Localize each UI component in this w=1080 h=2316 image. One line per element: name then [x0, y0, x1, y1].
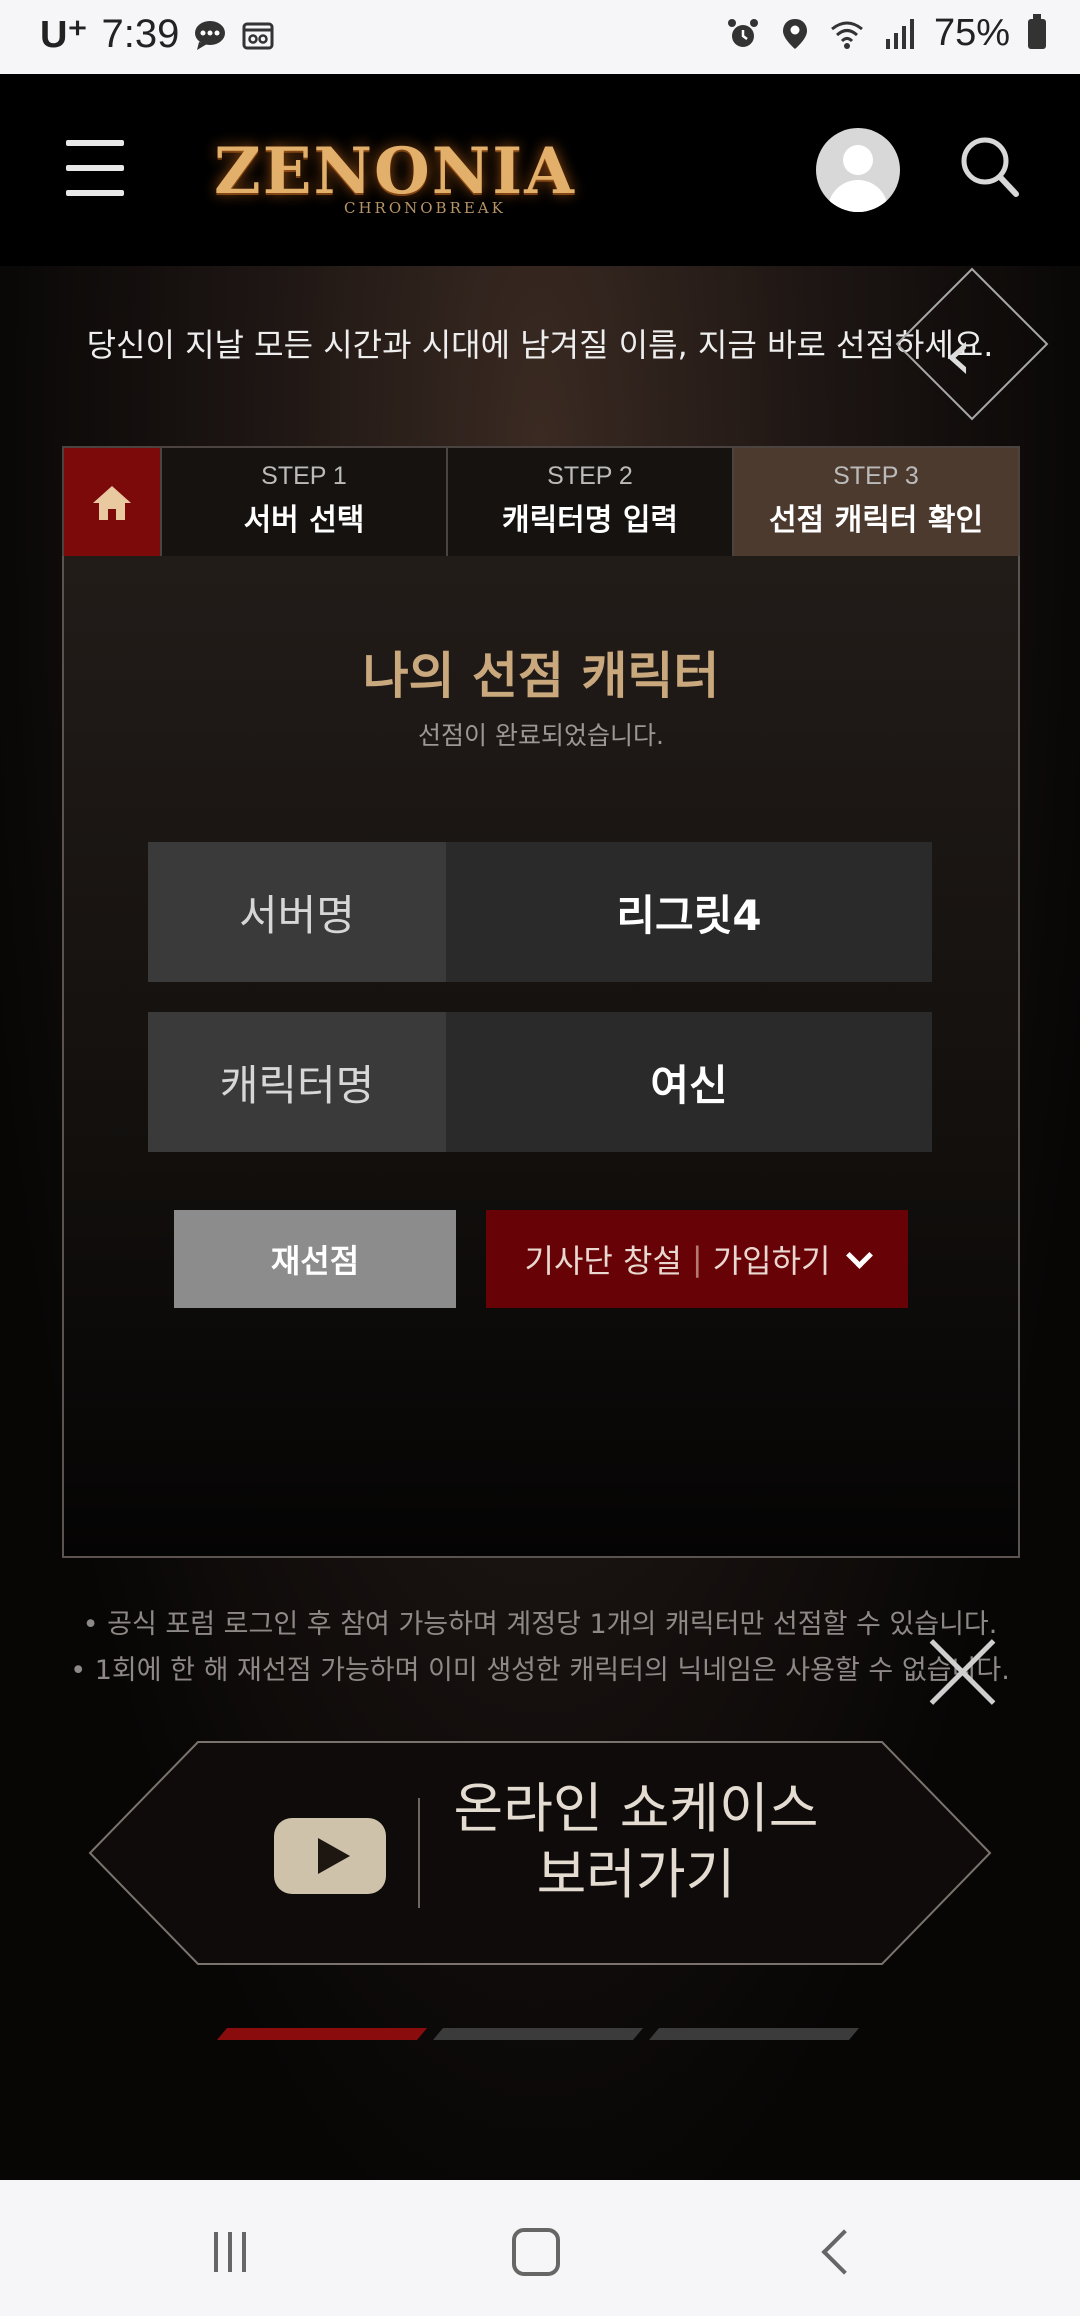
home-tab[interactable] — [64, 448, 162, 558]
step-number: STEP 3 — [833, 462, 919, 490]
tab-step-1[interactable]: STEP 1 서버 선택 — [162, 448, 448, 558]
step-tabs: STEP 1 서버 선택 STEP 2 캐릭터명 입력 STEP 3 선점 캐릭… — [62, 446, 1020, 560]
step-title: 선점 캐릭터 확인 — [768, 503, 984, 538]
step-number: STEP 1 — [261, 462, 347, 490]
home-button-icon[interactable] — [512, 2228, 560, 2276]
tab-step-3[interactable]: STEP 3 선점 캐릭터 확인 — [734, 448, 1018, 558]
notice-item: • 1회에 한 해 재선점 가능하며 이미 생성한 캐릭터의 닉네임은 사용할 … — [70, 1655, 1010, 1686]
step-title: 서버 선택 — [243, 503, 365, 538]
logo-title: ZENONIA — [214, 134, 576, 209]
notice-list: • 공식 포럼 로그인 후 참여 가능하며 계정당 1개의 캐릭터만 선점할 수… — [0, 1602, 1080, 1694]
character-label: 캐릭터명 — [148, 1012, 446, 1152]
search-icon[interactable] — [958, 134, 1020, 200]
tab-step-2[interactable]: STEP 2 캐릭터명 입력 — [448, 448, 734, 558]
showcase-banner[interactable]: 온라인 쇼케이스 보러가기 — [88, 1740, 992, 1966]
alarm-icon — [727, 18, 758, 47]
character-value: 여신 — [446, 1012, 932, 1152]
battery-icon — [1028, 13, 1046, 49]
guild-separator: | — [691, 1240, 703, 1278]
step-title: 캐릭터명 입력 — [501, 503, 679, 538]
android-nav-bar — [0, 2180, 1080, 2316]
character-row: 캐릭터명 여신 — [148, 1012, 932, 1152]
game-icon — [242, 22, 274, 49]
showcase-line-2: 보러가기 — [536, 1843, 736, 1906]
server-value: 리그릿4 — [446, 842, 932, 982]
zenonia-logo[interactable]: ZENONIA CHRONOBREAK — [214, 134, 576, 217]
status-bar: U⁺ 7:39 75% — [0, 0, 1080, 74]
chat-icon — [195, 20, 226, 50]
showcase-label: 온라인 쇼케이스 보러가기 — [426, 1776, 846, 1908]
guild-join-label: 가입하기 — [712, 1242, 831, 1280]
menu-icon[interactable] — [66, 140, 124, 196]
battery-percent: 75% — [933, 12, 1010, 54]
server-row: 서버명 리그릿4 — [148, 842, 932, 982]
panel-subtitle: 선점이 완료되었습니다. — [418, 721, 664, 750]
chevron-left-icon[interactable]: ‹ — [944, 312, 973, 396]
site-header: ZENONIA CHRONOBREAK — [0, 74, 1080, 266]
guild-button[interactable]: 기사단 창설 | 가입하기 — [486, 1210, 908, 1308]
signal-icon — [885, 18, 914, 49]
recents-icon[interactable] — [214, 2232, 254, 2272]
status-left: U⁺ 7:39 — [40, 12, 275, 57]
home-icon — [93, 486, 131, 520]
location-icon — [782, 18, 807, 49]
showcase-divider — [418, 1798, 420, 1908]
server-label: 서버명 — [148, 842, 446, 982]
reselect-button[interactable]: 재선점 — [174, 1210, 456, 1308]
chevron-down-icon — [846, 1241, 874, 1269]
guild-create-label: 기사단 창설 — [524, 1242, 682, 1280]
showcase-line-1: 온라인 쇼케이스 — [453, 1777, 819, 1840]
pagination-dot[interactable] — [648, 2028, 860, 2040]
carrier-label: U⁺ — [40, 14, 88, 56]
main-content: 당신이 지날 모든 시간과 시대에 남겨질 이름, 지금 바로 선점하세요. ‹… — [0, 266, 1080, 2180]
back-icon[interactable] — [821, 2229, 867, 2275]
pagination-dot[interactable] — [216, 2028, 428, 2040]
user-avatar-icon[interactable] — [816, 128, 900, 212]
pagination-dot[interactable] — [432, 2028, 644, 2040]
youtube-icon — [274, 1818, 386, 1894]
reservation-panel: 나의 선점 캐릭터 선점이 완료되었습니다. 서버명 리그릿4 캐릭터명 여신 … — [62, 556, 1020, 1558]
pagination-indicators — [216, 2028, 862, 2040]
status-right: 75% — [726, 12, 1046, 55]
wifi-icon — [831, 21, 863, 49]
step-number: STEP 2 — [547, 462, 633, 490]
close-icon[interactable] — [924, 1634, 1000, 1710]
panel-title: 나의 선점 캐릭터 — [362, 647, 720, 705]
notice-item: • 공식 포럼 로그인 후 참여 가능하며 계정당 1개의 캐릭터만 선점할 수… — [82, 1609, 998, 1640]
clock: 7:39 — [101, 12, 180, 56]
